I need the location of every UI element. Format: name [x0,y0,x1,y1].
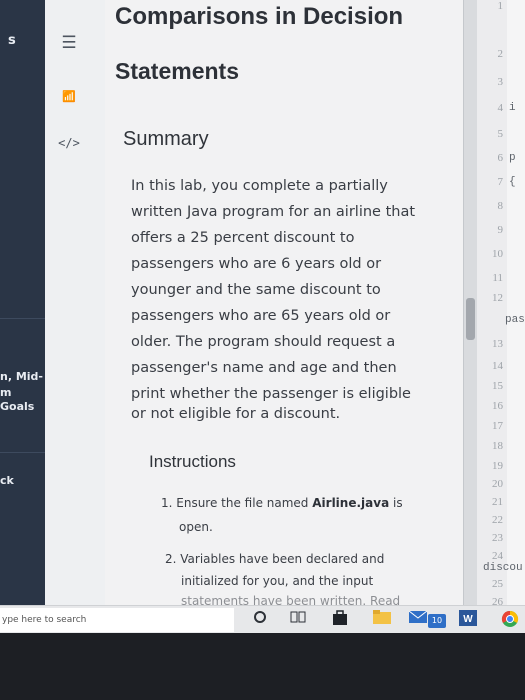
line-number: 23 [492,532,503,544]
code-fragment: i [509,102,516,114]
line-number: 4 [497,102,504,114]
code-fragment: p [509,152,516,164]
sidebar-back-text[interactable]: ck [0,474,14,488]
icon-rail: ☰ 📶 </> ⚯ ? ⚙ [45,0,126,612]
task-view-icon[interactable] [288,610,308,630]
summary-line: written Java program for an airline that [131,204,416,220]
line-number: 24 [492,550,503,562]
screen: s n, Mid- m Goals ck ☰ 📶 </> ⚯ ? ⚙ Compa… [0,0,525,612]
chart-icon[interactable]: 📶 [55,86,83,108]
line-number: 13 [492,338,503,350]
line-number: 17 [492,420,503,432]
line-number: 22 [492,514,503,526]
line-number: 11 [492,272,503,284]
line-number: 15 [492,380,503,392]
instruction-step-1-cont: open. [179,520,213,534]
mail-icon[interactable] [408,610,428,630]
line-number: 8 [497,200,504,212]
taskbar-search-input[interactable]: ype here to search [0,608,234,632]
instructions-scrollbar[interactable] [463,0,478,612]
sidebar-divider [0,452,45,453]
line-number: 3 [497,76,504,88]
line-number: 20 [492,478,503,490]
sidebar-goals-line2[interactable]: m Goals [0,386,45,414]
summary-line: younger and the same discount to [131,282,381,298]
word-icon[interactable]: W [458,610,478,630]
line-number: 9 [497,224,504,236]
scrollbar-thumb[interactable] [466,298,475,340]
line-number: 19 [492,460,503,472]
mail-badge: 10 [428,614,446,628]
lab-content: Comparisons in Decision Statements Summa… [105,0,463,612]
monitor-bezel [0,633,525,700]
summary-heading: Summary [123,128,209,150]
course-sidebar: s n, Mid- m Goals ck [0,0,45,612]
store-icon[interactable] [330,610,350,630]
svg-text:W: W [463,614,473,625]
code-fragment: { [509,176,516,188]
step1-prefix: 1. Ensure the file named [161,496,313,510]
line-number: 6 [497,152,504,164]
summary-line: older. The program should request a [131,334,396,350]
sidebar-goals-line1[interactable]: n, Mid- [0,370,43,384]
step1-suffix: is [389,496,403,510]
line-number: 16 [492,400,503,412]
line-number: 1 [497,0,504,12]
summary-line: print whether the passenger is eligible [131,386,411,402]
line-number: 12 [492,292,503,304]
lab-title-line1: Comparisons in Decision [115,3,404,30]
step1-filename: Airline.java [312,496,390,510]
instruction-step-1: 1. Ensure the file named Airline.java is [161,496,403,510]
file-explorer-icon[interactable] [372,610,392,630]
summary-line: offers a 25 percent discount to [131,230,355,246]
line-number: 2 [497,48,504,60]
code-fragment: pas [505,314,525,326]
line-number: 5 [497,128,504,140]
line-number-gutter: 1 2 3 4 5 6 7 8 9 10 11 12 13 14 15 16 1… [477,0,507,612]
line-number: 21 [492,496,503,508]
taskbar: ype here to search 10 W [0,605,525,634]
code-editor-edge[interactable]: i p { pas discou [483,0,525,612]
line-number: 25 [492,578,503,590]
line-number: 18 [492,440,503,452]
summary-line: In this lab, you complete a partially [131,178,388,194]
lab-title-line2: Statements [115,58,239,84]
summary-line: or not eligible for a discount. [131,406,341,422]
summary-line: passengers who are 65 years old or [131,308,391,324]
sidebar-divider [0,318,45,319]
list-icon[interactable]: ☰ [55,32,83,54]
instructions-heading: Instructions [149,452,236,471]
sidebar-fragment-top: s [8,33,16,48]
summary-line: passenger's name and age and then [131,360,397,376]
summary-line: passengers who are 6 years old or [131,256,382,272]
line-number: 14 [492,360,503,372]
instruction-step-2: 2. Variables have been declared and [165,552,385,566]
code-fragment: discou [483,562,523,574]
cortana-circle-icon[interactable] [250,610,270,630]
line-number: 7 [497,176,504,188]
instruction-step-2-cont: initialized for you, and the input [181,574,374,588]
line-number: 10 [492,248,503,260]
chrome-icon[interactable] [500,610,520,630]
code-icon[interactable]: </> [55,132,83,154]
